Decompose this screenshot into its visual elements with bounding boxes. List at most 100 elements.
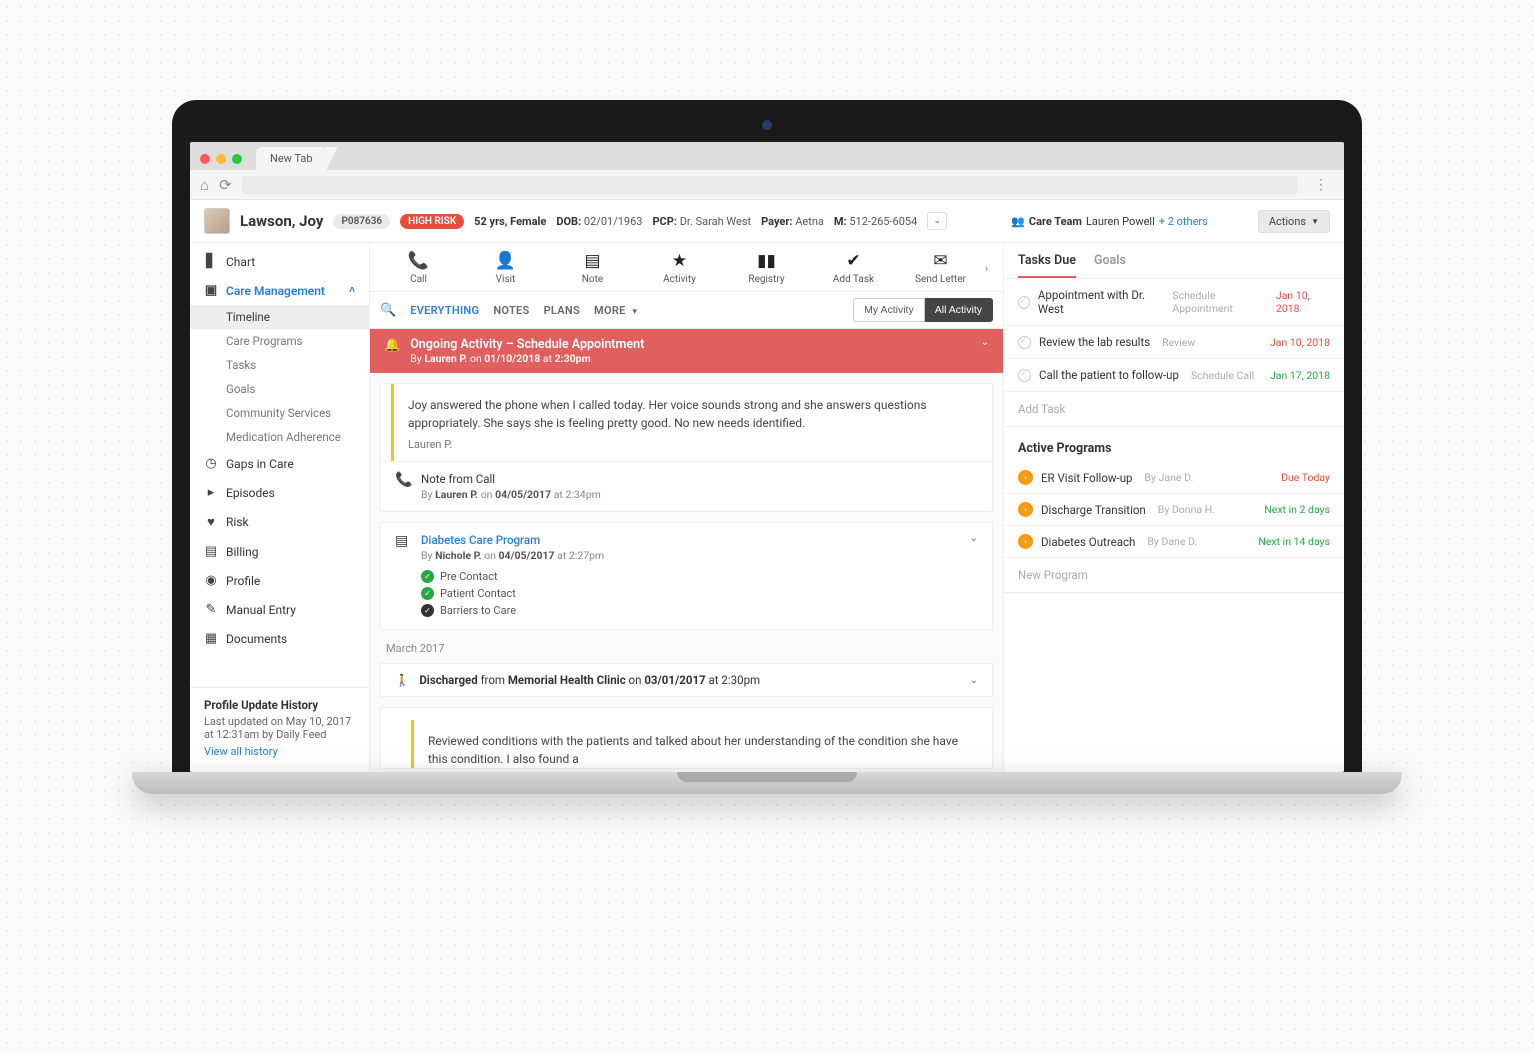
window-close-icon[interactable] — [200, 154, 210, 164]
sidebar-subitem-tasks[interactable]: Tasks — [190, 353, 369, 377]
home-icon[interactable]: ⌂ — [200, 176, 209, 194]
task-row[interactable]: Call the patient to follow-up Schedule C… — [1004, 359, 1344, 392]
program-row[interactable]: › Diabetes Outreach By Dane D. Next in 1… — [1004, 526, 1344, 558]
program-row[interactable]: › ER Visit Follow-up By Jane D. Due Toda… — [1004, 462, 1344, 494]
laptop-base — [132, 772, 1402, 794]
people-icon: 👥 — [1011, 215, 1025, 228]
program-arrow-icon: › — [1018, 502, 1033, 517]
sidebar-item-risk[interactable]: ♥Risk — [190, 507, 369, 537]
filter-plans[interactable]: PLANS — [544, 304, 580, 317]
action-add-task[interactable]: ✔Add Task — [811, 251, 896, 285]
sidebar-item-documents[interactable]: ▦Documents — [190, 624, 369, 653]
caret-down-icon: ▼ — [631, 307, 639, 316]
registry-icon: ▮▮ — [724, 251, 809, 271]
chevron-down-icon[interactable]: ⌄ — [970, 675, 978, 686]
program-arrow-icon: › — [1018, 534, 1033, 549]
sidebar-subitem-community-services[interactable]: Community Services — [190, 401, 369, 425]
task-row[interactable]: Review the lab results Review Jan 10, 20… — [1004, 326, 1344, 359]
search-icon[interactable]: 🔍 — [380, 303, 396, 318]
sidebar-item-care-management[interactable]: ▣Care Management˄ — [190, 276, 369, 305]
filter-notes[interactable]: NOTES — [493, 304, 529, 317]
browser-menu-icon[interactable]: ⋮ — [1308, 177, 1334, 193]
sidebar: ▋Chart ▣Care Management˄ Timeline Care P… — [190, 243, 370, 772]
action-send-letter[interactable]: ✉Send Letter — [898, 251, 983, 285]
age-gender: 52 yrs, Female — [474, 215, 546, 228]
program-step: ✓Patient Contact — [421, 585, 960, 602]
sidebar-item-gaps-in-care[interactable]: ◷Gaps in Care — [190, 449, 369, 478]
chevron-up-icon: ˄ — [349, 285, 355, 296]
note-entry: Joy answered the phone when I called tod… — [391, 384, 992, 461]
sidebar-item-billing[interactable]: ▤Billing — [190, 537, 369, 566]
sidebar-subitem-goals[interactable]: Goals — [190, 377, 369, 401]
sidebar-item-profile[interactable]: ◉Profile — [190, 566, 369, 595]
sidebar-subitem-timeline[interactable]: Timeline — [190, 305, 369, 329]
action-registry[interactable]: ▮▮Registry — [724, 251, 809, 285]
header-expand-icon[interactable]: ⌄ — [927, 212, 947, 230]
tab-goals[interactable]: Goals — [1094, 253, 1126, 278]
discharge-entry[interactable]: 🚶 Discharged from Memorial Health Clinic… — [380, 663, 993, 697]
pcp: PCP: Dr. Sarah West — [652, 215, 751, 228]
walk-icon: 🚶 — [395, 673, 409, 687]
window-minimize-icon[interactable] — [216, 154, 226, 164]
filter-everything[interactable]: EVERYTHING — [410, 304, 479, 317]
view-all-history-link[interactable]: View all history — [204, 745, 278, 758]
episodes-icon: ▸ — [204, 485, 218, 500]
new-program-input[interactable]: New Program — [1004, 558, 1344, 593]
task-row[interactable]: Appointment with Dr. West Schedule Appoi… — [1004, 279, 1344, 326]
quick-actions-row: 📞Call 👤Visit ▤Note ★Activity ▮▮Registry … — [370, 243, 1003, 292]
task-checkbox[interactable] — [1018, 296, 1030, 309]
sidebar-item-manual-entry[interactable]: ✎Manual Entry — [190, 595, 369, 624]
care-management-icon: ▣ — [204, 283, 218, 298]
browser-tabbar: New Tab — [190, 142, 1344, 170]
program-arrow-icon: › — [1018, 470, 1033, 485]
billing-icon: ▤ — [204, 544, 218, 559]
documents-icon: ▦ — [204, 631, 218, 646]
risk-badge: HIGH RISK — [400, 214, 464, 229]
activity-feed[interactable]: 🔔 Ongoing Activity – Schedule Appointmen… — [370, 329, 1003, 772]
document-icon: ▤ — [395, 533, 411, 549]
task-checkbox[interactable] — [1018, 369, 1031, 382]
chevron-down-icon[interactable]: ⌄ — [981, 337, 989, 348]
actions-button[interactable]: Actions ▼ — [1258, 210, 1330, 233]
sidebar-item-chart[interactable]: ▋Chart — [190, 247, 369, 276]
check-circle-icon: ✔ — [811, 251, 896, 271]
care-team[interactable]: 👥 Care Team Lauren Powell + 2 others — [1011, 215, 1208, 228]
browser-tab[interactable]: New Tab — [256, 147, 327, 170]
note-entry: Reviewed conditions with the patients an… — [411, 720, 976, 768]
caret-down-icon: ▼ — [1311, 217, 1319, 226]
add-task-input[interactable]: Add Task — [1004, 392, 1344, 427]
toggle-all-activity[interactable]: All Activity — [925, 298, 993, 322]
program-entry[interactable]: ▤ Diabetes Care Program By Nichole P. on… — [381, 523, 992, 629]
task-checkbox[interactable] — [1018, 336, 1031, 349]
patient-name: Lawson, Joy — [240, 212, 323, 230]
toggle-my-activity[interactable]: My Activity — [853, 298, 925, 322]
filter-more[interactable]: MORE ▼ — [594, 304, 639, 317]
program-step: ✓Barriers to Care — [421, 602, 960, 619]
tab-tasks-due[interactable]: Tasks Due — [1018, 253, 1076, 278]
browser-tab-label: New Tab — [270, 152, 313, 165]
action-note[interactable]: ▤Note — [550, 251, 635, 285]
reload-icon[interactable]: ⟳ — [219, 176, 232, 194]
actions-scroll-right-icon[interactable]: › — [985, 262, 997, 275]
sidebar-subitem-care-programs[interactable]: Care Programs — [190, 329, 369, 353]
ongoing-activity-alert[interactable]: 🔔 Ongoing Activity – Schedule Appointmen… — [370, 329, 1003, 373]
sidebar-item-episodes[interactable]: ▸Episodes — [190, 478, 369, 507]
program-row[interactable]: › Discharge Transition By Donna H. Next … — [1004, 494, 1344, 526]
chevron-down-icon[interactable]: ⌄ — [970, 533, 978, 544]
activity-filter-row: 🔍 EVERYTHING NOTES PLANS MORE ▼ My Activ… — [370, 292, 1003, 329]
action-call[interactable]: 📞Call — [376, 251, 461, 285]
window-fullscreen-icon[interactable] — [232, 154, 242, 164]
patient-id-pill: P087636 — [333, 214, 390, 229]
payer: Payer: Aetna — [761, 215, 824, 228]
call-note-entry[interactable]: 📞 Note from Call By Lauren P. on 04/05/2… — [381, 461, 992, 511]
profile-icon: ◉ — [204, 573, 218, 588]
patient-avatar[interactable] — [204, 208, 230, 234]
program-step: ✓Pre Contact — [421, 568, 960, 585]
action-activity[interactable]: ★Activity — [637, 251, 722, 285]
laptop-camera — [762, 120, 772, 130]
action-visit[interactable]: 👤Visit — [463, 251, 548, 285]
main-column: 📞Call 👤Visit ▤Note ★Activity ▮▮Registry … — [370, 243, 1004, 772]
sidebar-subitem-medication-adherence[interactable]: Medication Adherence — [190, 425, 369, 449]
address-bar[interactable] — [242, 176, 1298, 194]
browser-toolbar: ⌂ ⟳ ⋮ — [190, 170, 1344, 200]
